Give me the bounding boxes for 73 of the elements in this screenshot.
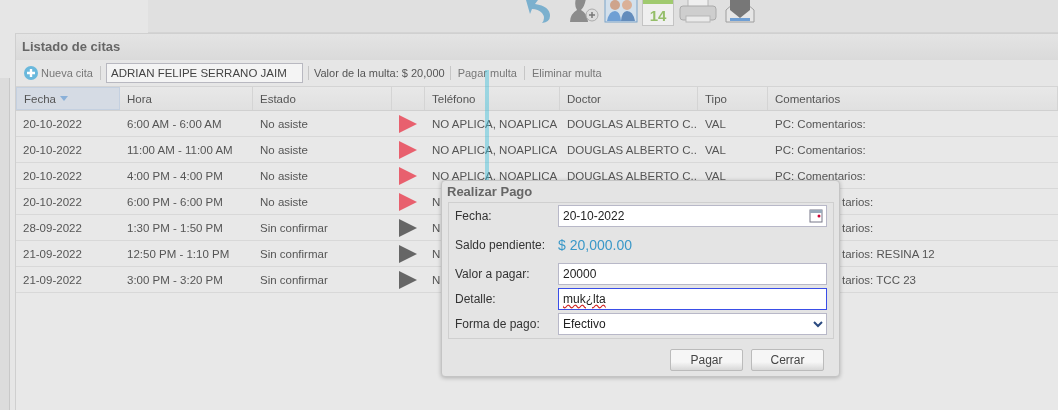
calendar-icon[interactable] — [809, 209, 823, 223]
sort-arrow-icon — [59, 96, 68, 101]
table-cell: 20-10-2022 — [23, 195, 82, 208]
fine-amount: Valor de la multa: $ 20,000 — [314, 67, 445, 79]
patient-field[interactable]: ADRIAN FELIPE SERRANO JAIM — [106, 63, 303, 83]
table-cell: N — [432, 247, 441, 260]
table-cell: DOUGLAS ALBERTO C... — [567, 143, 698, 156]
field-label: Saldo pendiente: — [455, 238, 547, 252]
column-header[interactable]: Estado — [253, 87, 392, 110]
table-cell: No asiste — [260, 169, 308, 182]
field-label: Detalle: — [455, 292, 497, 306]
table-cell: No asiste — [260, 195, 308, 208]
table-cell: VAL — [705, 143, 726, 156]
table-cell: Sin confirmar — [260, 273, 328, 286]
table-cell: N — [432, 273, 441, 286]
column-header[interactable]: Comentarios — [768, 87, 1058, 110]
column-header[interactable]: Tipo — [698, 87, 768, 110]
table-cell: NO APLICA, NOAPLICA — [432, 143, 558, 156]
table-cell: Sin confirmar — [260, 247, 328, 260]
table-cell: PC: Comentarios: — [775, 143, 866, 156]
table-cell: 12:50 PM - 1:10 PM — [127, 247, 230, 260]
table-cell: 6:00 AM - 6:00 AM — [127, 117, 222, 130]
table-cell: tarios: — [842, 221, 874, 234]
column-header[interactable]: Fecha — [16, 87, 120, 110]
table-cell: tarios: TCC 23 — [842, 273, 916, 286]
people-icon[interactable] — [604, 0, 638, 24]
field-label: Valor a pagar: — [455, 267, 531, 281]
add-icon — [24, 66, 38, 80]
table-cell: 20-10-2022 — [23, 117, 82, 130]
table-cell: NO APLICA, NOAPLICA — [432, 117, 558, 130]
chevron-down-icon — [813, 320, 823, 328]
table-cell: PC: Comentarios: — [775, 169, 866, 182]
table-cell: VAL — [705, 169, 726, 182]
table-cell: No asiste — [260, 117, 308, 130]
table-cell: No asiste — [260, 143, 308, 156]
table-cell: DOUGLAS ALBERTO C... — [567, 169, 698, 182]
table-cell: tarios: — [842, 195, 874, 208]
column-header[interactable]: Hora — [120, 87, 253, 110]
table-cell: NO APLICA, NOAPLICA — [432, 169, 558, 182]
new-appointment-button[interactable]: Nueva cita — [22, 66, 95, 80]
table-cell: 28-09-2022 — [23, 221, 82, 234]
delete-fine-button[interactable]: Eliminar multa — [529, 67, 604, 79]
field-label: Fecha: — [455, 209, 493, 223]
input-field[interactable]: muk¿lta — [558, 288, 827, 310]
table-cell: DOUGLAS ALBERTO C... — [567, 117, 698, 130]
table-cell: 21-09-2022 — [23, 273, 82, 286]
payment-method-select[interactable]: Efectivo — [558, 313, 827, 335]
table-cell: 6:00 PM - 6:00 PM — [127, 195, 223, 208]
panel-title: Listado de citas — [16, 34, 1058, 60]
table-cell: VAL — [705, 117, 726, 130]
table-cell: 1:30 PM - 1:50 PM — [127, 221, 223, 234]
table-cell: PC: Comentarios: — [775, 117, 866, 130]
table-cell: N — [432, 221, 441, 234]
table-cell: N — [432, 195, 441, 208]
column-header[interactable]: Doctor — [560, 87, 698, 110]
table-cell: Sin confirmar — [260, 221, 328, 234]
date-field[interactable]: 20-10-2022 — [558, 205, 827, 227]
dialog-button[interactable]: Pagar — [670, 349, 743, 371]
table-cell: 21-09-2022 — [23, 247, 82, 260]
field-label: Forma de pago: — [455, 317, 541, 331]
pending-balance: $ 20,000.00 — [558, 237, 632, 253]
column-header[interactable]: Teléfono — [425, 87, 560, 110]
table-cell: 20-10-2022 — [23, 169, 82, 182]
printer-icon[interactable] — [678, 0, 718, 24]
table-cell: 4:00 PM - 4:00 PM — [127, 169, 223, 182]
table-cell: 20-10-2022 — [23, 143, 82, 156]
table-cell: 11:00 AM - 11:00 AM — [127, 143, 233, 156]
house-icon[interactable] — [722, 0, 758, 24]
table-cell: 3:00 PM - 3:20 PM — [127, 273, 223, 286]
input-field[interactable]: 20000 — [558, 263, 827, 285]
table-cell: tarios: RESINA 12 — [842, 247, 935, 260]
dialog-title: Realizar Pago — [446, 183, 534, 201]
dialog-button[interactable]: Cerrar — [751, 349, 824, 371]
